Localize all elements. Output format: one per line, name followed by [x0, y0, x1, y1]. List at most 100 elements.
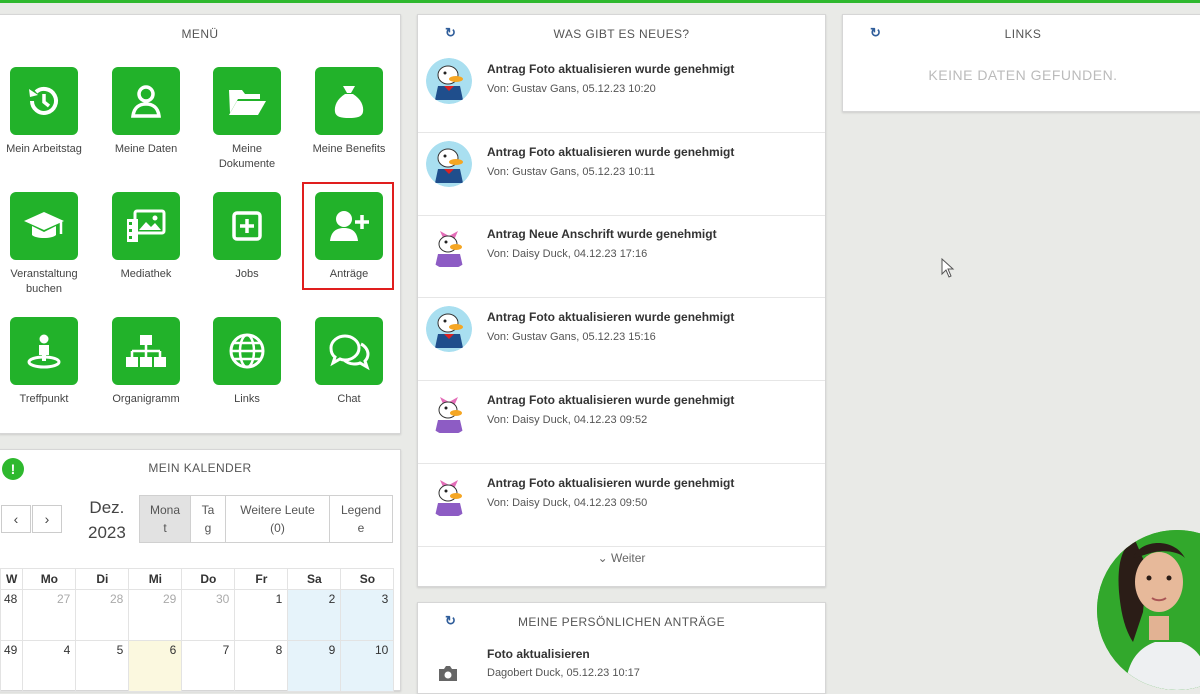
calendar-header-row: W Mo Di Mi Do Fr Sa So — [0, 568, 395, 590]
view-day-button[interactable]: Ta g — [190, 495, 226, 543]
menu-item-meine-benefits[interactable]: Meine Benefits — [299, 67, 399, 157]
request-item-meta: Dagobert Duck, 05.12.23 10:17 — [487, 667, 640, 679]
calendar-prev-button[interactable]: ‹ — [1, 505, 31, 533]
news-item-meta: Von: Gustav Gans, 05.12.23 15:16 — [487, 331, 656, 343]
antraege-highlight-box — [302, 182, 394, 290]
news-item-meta: Von: Gustav Gans, 05.12.23 10:20 — [487, 83, 656, 95]
menu-item-treffpunkt[interactable]: Treffpunkt — [0, 317, 94, 407]
news-item[interactable]: Antrag Foto aktualisieren wurde genehmig… — [418, 133, 825, 216]
gustav-avatar-icon — [426, 141, 472, 187]
col-header: Di — [75, 568, 130, 590]
calendar-day[interactable]: 4 — [22, 640, 77, 692]
calendar-day[interactable]: 28 — [75, 589, 130, 641]
news-item-title: Antrag Neue Anschrift wurde genehmigt — [487, 227, 717, 241]
graduation-cap-icon — [10, 192, 78, 260]
news-item-meta: Von: Gustav Gans, 05.12.23 10:11 — [487, 166, 655, 178]
calendar-day[interactable]: 9 — [287, 640, 342, 692]
calendar-next-button[interactable]: › — [32, 505, 62, 533]
links-panel: ↻ LINKS KEINE DATEN GEFUNDEN. — [842, 14, 1200, 112]
calendar-day[interactable]: 29 — [128, 589, 183, 641]
news-item[interactable]: Antrag Foto aktualisieren wurde genehmig… — [418, 381, 825, 464]
menu-title: MENÜ — [181, 27, 219, 41]
menu-item-mein-arbeitstag[interactable]: Mein Arbeitstag — [0, 67, 94, 157]
calendar-grid: W Mo Di Mi Do Fr Sa So 48 27 28 29 30 1 … — [0, 568, 395, 692]
daisy-avatar-icon — [426, 223, 472, 269]
news-item-title: Antrag Foto aktualisieren wurde genehmig… — [487, 62, 735, 76]
meeting-point-icon — [10, 317, 78, 385]
calendar-day[interactable]: 7 — [181, 640, 236, 692]
daisy-avatar-icon — [426, 472, 472, 518]
calendar-day[interactable]: 3 — [340, 589, 395, 641]
calendar-month-label: Dez. 2023 — [88, 497, 126, 544]
media-icon — [112, 192, 180, 260]
globe-icon — [213, 317, 281, 385]
col-header: Fr — [234, 568, 289, 590]
col-header: W — [0, 568, 24, 590]
menu-item-links[interactable]: Links — [197, 317, 297, 407]
news-item-title: Antrag Foto aktualisieren wurde genehmig… — [487, 145, 735, 159]
menu-item-label: Links — [234, 393, 260, 405]
camera-icon — [437, 663, 459, 683]
calendar-day[interactable]: 8 — [234, 640, 289, 692]
menu-item-label: Meine Dokumente — [218, 143, 276, 170]
request-item-title[interactable]: Foto aktualisieren — [487, 647, 590, 661]
menu-item-organigramm[interactable]: Organigramm — [96, 317, 196, 407]
menu-item-meine-daten[interactable]: Meine Daten — [96, 67, 196, 157]
menu-item-label: Chat — [337, 393, 361, 405]
news-item[interactable]: Antrag Neue Anschrift wurde genehmigt Vo… — [418, 215, 825, 298]
col-header: Sa — [287, 568, 342, 590]
links-empty-message: KEINE DATEN GEFUNDEN. — [928, 67, 1118, 83]
org-chart-icon — [112, 317, 180, 385]
calendar-day[interactable]: 2 — [287, 589, 342, 641]
news-item[interactable]: Antrag Foto aktualisieren wurde genehmig… — [418, 464, 825, 547]
news-item-meta: Von: Daisy Duck, 04.12.23 17:16 — [487, 248, 648, 260]
menu-item-label: Mein Arbeitstag — [6, 143, 82, 155]
calendar-day[interactable]: 27 — [22, 589, 77, 641]
view-month-button[interactable]: Mona t — [139, 495, 191, 543]
news-title: WAS GIBT ES NEUES? — [553, 27, 690, 41]
news-item[interactable]: Antrag Foto aktualisieren wurde genehmig… — [418, 298, 825, 381]
calendar-panel: ! MEIN KALENDER ‹ › Dez. 2023 Mona t Ta … — [0, 449, 401, 692]
presenter-webcam — [1097, 530, 1200, 690]
folder-icon — [213, 67, 281, 135]
top-accent-bar — [0, 0, 1200, 3]
menu-item-label: Treffpunkt — [19, 393, 69, 405]
menu-item-label: Organigramm — [112, 393, 180, 405]
week-number: 48 — [0, 589, 24, 641]
plus-square-icon — [213, 192, 281, 260]
menu-item-chat[interactable]: Chat — [299, 317, 399, 407]
money-bag-icon — [315, 67, 383, 135]
menu-item-label: Veranstaltung buchen — [10, 268, 78, 295]
menu-item-veranstaltung-buchen[interactable]: Veranstaltung buchen — [0, 192, 94, 297]
chat-icon — [315, 317, 383, 385]
calendar-week-row: 48 27 28 29 30 1 2 3 — [0, 589, 395, 641]
personal-requests-title: MEINE PERSÖNLICHEN ANTRÄGE — [517, 615, 726, 629]
view-more-people-button[interactable]: Weitere Leute (0) — [225, 495, 330, 543]
gustav-avatar-icon — [426, 58, 472, 104]
personal-requests-panel: ↻ MEINE PERSÖNLICHEN ANTRÄGE Foto aktual… — [417, 602, 826, 694]
view-legend-button[interactable]: Legend e — [329, 495, 393, 543]
mouse-cursor-icon — [941, 257, 955, 283]
news-item-meta: Von: Daisy Duck, 04.12.23 09:52 — [487, 414, 648, 426]
menu-item-label: Meine Benefits — [312, 143, 386, 155]
news-item[interactable]: Antrag Foto aktualisieren wurde genehmig… — [418, 50, 825, 133]
menu-item-mediathek[interactable]: Mediathek — [96, 192, 196, 282]
news-item-meta: Von: Daisy Duck, 04.12.23 09:50 — [487, 497, 648, 509]
col-header: Mi — [128, 568, 183, 590]
calendar-day-today[interactable]: 6 — [128, 640, 183, 692]
news-item-title: Antrag Foto aktualisieren wurde genehmig… — [487, 310, 735, 324]
news-more-link[interactable]: ⌄ Weiter — [418, 551, 825, 565]
daisy-avatar-icon — [426, 389, 472, 435]
calendar-day[interactable]: 5 — [75, 640, 130, 692]
calendar-day[interactable]: 1 — [234, 589, 289, 641]
user-icon — [112, 67, 180, 135]
news-item-title: Antrag Foto aktualisieren wurde genehmig… — [487, 476, 735, 490]
calendar-day[interactable]: 10 — [340, 640, 395, 692]
calendar-day[interactable]: 30 — [181, 589, 236, 641]
history-icon — [10, 67, 78, 135]
gustav-avatar-icon — [426, 306, 472, 352]
menu-item-jobs[interactable]: Jobs — [197, 192, 297, 282]
links-title: LINKS — [1004, 27, 1042, 41]
col-header: So — [340, 568, 395, 590]
menu-item-meine-dokumente[interactable]: Meine Dokumente — [197, 67, 297, 172]
